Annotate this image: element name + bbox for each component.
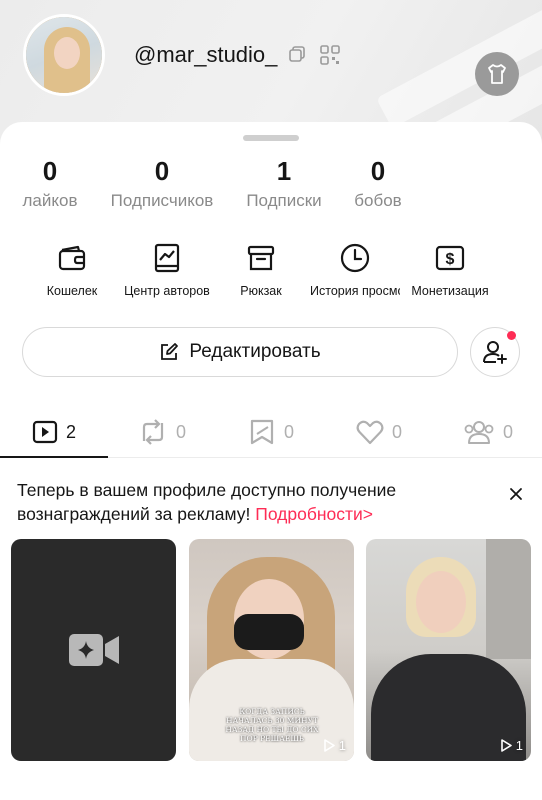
thumbnail-background [486, 539, 531, 659]
stats-row: 0 лайков 0 Подписчиков 1 Подписки 0 бобо… [0, 155, 542, 215]
tools-row: Кошелек Центр авторов Рюкзак История про… [0, 242, 542, 312]
theme-shirt-button[interactable] [475, 52, 519, 96]
play-icon [323, 739, 335, 752]
tool-label: Рюкзак [240, 284, 282, 298]
qr-code-icon[interactable] [320, 45, 340, 65]
wallet-icon [58, 245, 86, 271]
create-video-tile[interactable] [11, 539, 176, 761]
video-thumbnail[interactable]: КОГДА ЗАПИСЬ НАЧАЛАСЬ 30 МИНУТ НАЗАД НО … [189, 539, 354, 761]
friends-icon [464, 421, 494, 444]
close-icon[interactable] [508, 486, 524, 502]
notification-dot [507, 331, 516, 340]
play-icon [500, 739, 512, 752]
view-count: 1 [500, 738, 523, 753]
tool-wallet[interactable]: Кошелек [22, 242, 122, 298]
thumbnail-mask [234, 614, 304, 650]
video-icon [32, 420, 58, 444]
tool-creator-center[interactable]: Центр авторов [117, 242, 217, 298]
backpack-icon [247, 245, 275, 271]
video-grid: КОГДА ЗАПИСЬ НАЧАЛАСЬ 30 МИНУТ НАЗАД НО … [0, 539, 542, 761]
edit-profile-button[interactable]: Редактировать [22, 327, 458, 377]
heart-icon [356, 420, 384, 445]
monetization-icon: $ [435, 245, 465, 271]
add-video-icon [68, 634, 119, 666]
stat-followers[interactable]: 0 Подписчиков [92, 155, 232, 211]
svg-text:$: $ [446, 251, 455, 268]
tool-backpack[interactable]: Рюкзак [211, 242, 311, 298]
tab-count: 2 [66, 421, 77, 442]
username: @mar_studio_ [134, 42, 278, 67]
tab-favorites[interactable]: 0 [248, 410, 294, 454]
stat-beans[interactable]: 0 бобов [308, 155, 448, 211]
ads-reward-banner: Теперь в вашем профиле доступно получени… [17, 478, 487, 526]
tab-count: 0 [284, 421, 295, 442]
creator-center-icon [154, 243, 180, 273]
edit-profile-label: Редактировать [189, 341, 321, 362]
tool-monetization[interactable]: $ Монетизация [400, 242, 500, 298]
tab-count: 0 [392, 421, 403, 442]
view-count: 1 [323, 738, 346, 753]
tool-watch-history[interactable]: История просмотров [305, 242, 405, 298]
tool-label: Монетизация [411, 284, 489, 298]
history-icon [340, 243, 370, 273]
tool-label: История просмотров [310, 284, 400, 298]
edit-icon [161, 343, 179, 360]
avatar[interactable] [23, 14, 105, 96]
drag-handle[interactable] [243, 135, 299, 141]
banner-details-link[interactable]: Подробности> [255, 504, 373, 524]
video-thumbnail[interactable]: 1 [366, 539, 531, 761]
tab-liked[interactable]: 0 [356, 410, 402, 454]
add-person-icon [483, 341, 507, 364]
stat-label: Подписчиков [110, 191, 214, 210]
tab-count: 0 [176, 421, 187, 442]
stat-value: 0 [154, 156, 170, 186]
tab-friends[interactable]: 0 [463, 410, 513, 454]
stat-label: бобов [354, 191, 402, 210]
shirt-icon [488, 64, 506, 84]
content-tabs: 2 0 0 0 0 [0, 410, 542, 458]
tab-videos[interactable]: 2 [32, 410, 76, 454]
add-friends-button[interactable] [470, 327, 520, 377]
tool-label: Кошелек [46, 284, 98, 298]
stat-value: 0 [370, 156, 386, 186]
profile-sheet: 0 лайков 0 Подписчиков 1 Подписки 0 бобо… [0, 122, 542, 800]
tab-reposts[interactable]: 0 [138, 410, 186, 454]
thumbnail-face [416, 571, 466, 633]
repost-icon [142, 419, 164, 445]
bookmark-icon [250, 419, 274, 445]
tool-label: Центр авторов [124, 284, 210, 298]
active-tab-indicator [0, 456, 108, 458]
tab-count: 0 [503, 421, 514, 442]
copy-icon[interactable] [288, 45, 306, 63]
video-caption: КОГДА ЗАПИСЬ НАЧАЛАСЬ 30 МИНУТ НАЗАД НО … [225, 707, 319, 743]
